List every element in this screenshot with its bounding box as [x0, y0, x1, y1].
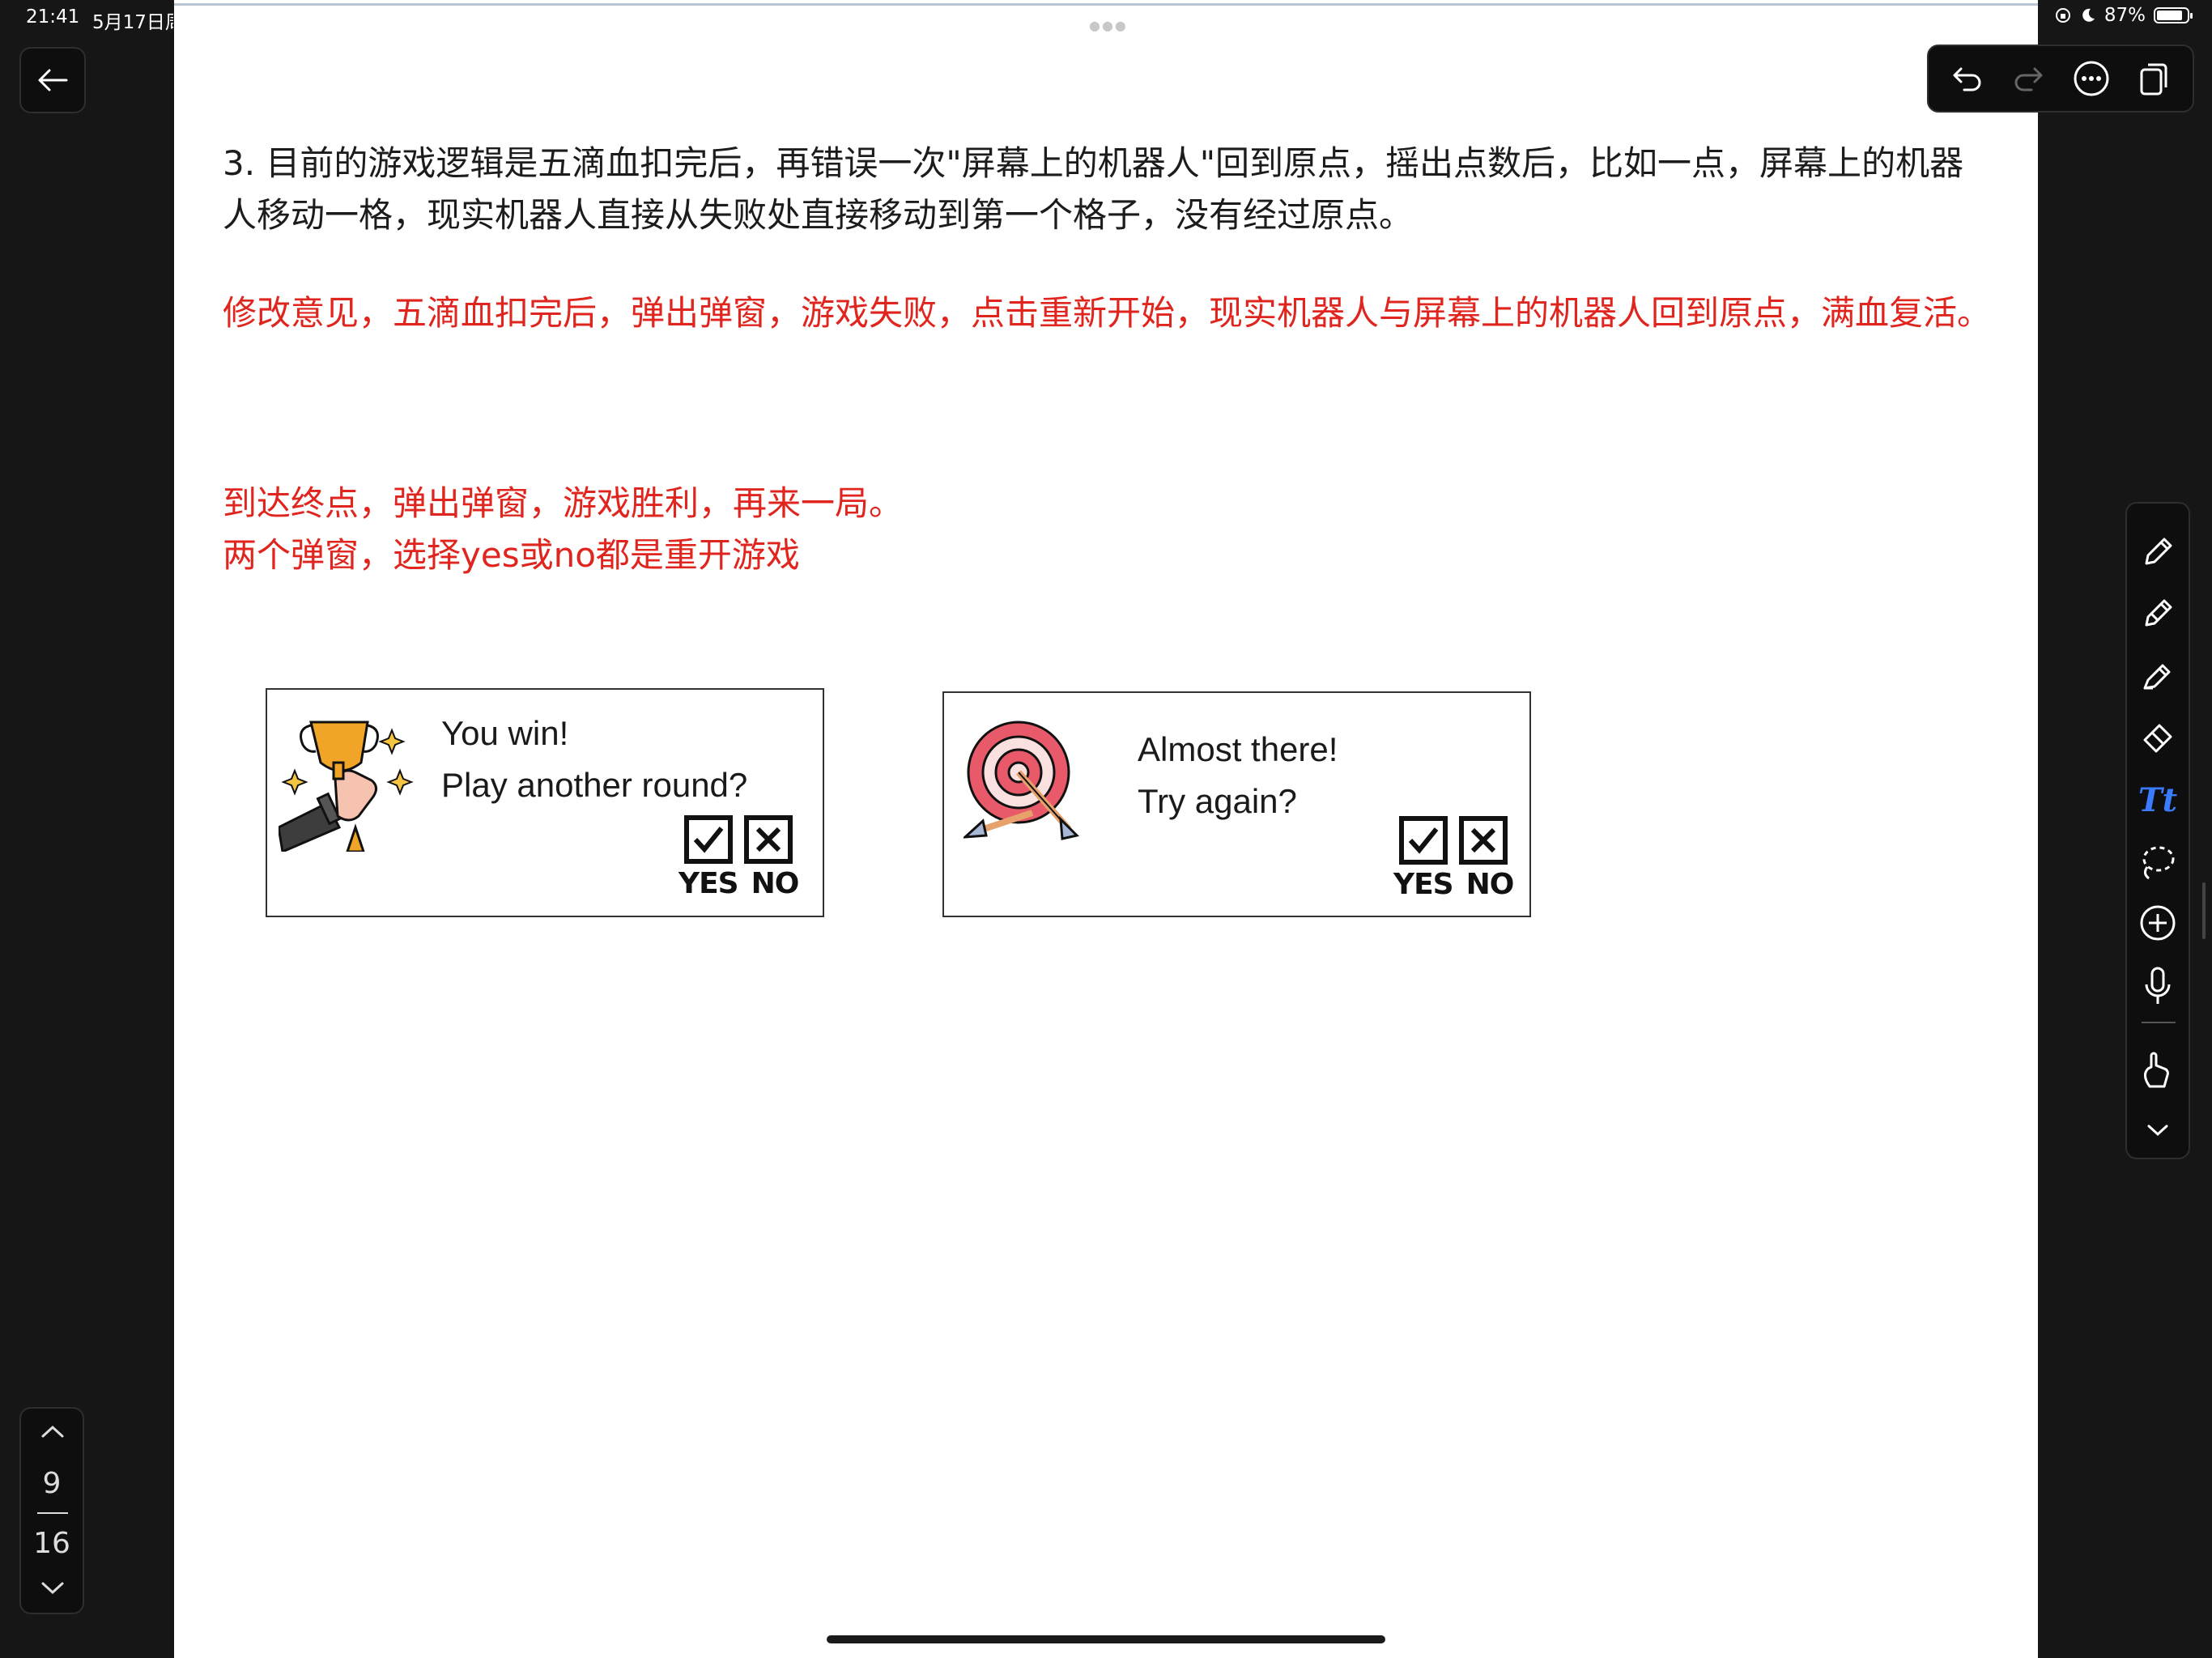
lose-dialog-mockup: Almost there! Try again? YES NO — [942, 691, 1531, 917]
arrow-left-icon — [38, 69, 68, 91]
checkmark-icon — [1408, 827, 1439, 854]
chevron-down-icon[interactable] — [39, 1580, 66, 1596]
no-label: NO — [751, 867, 800, 900]
pager-divider — [37, 1512, 68, 1514]
lasso-tool[interactable] — [2127, 837, 2189, 886]
pen-icon — [2145, 538, 2172, 565]
dialog-message: You win! Play another round? — [441, 708, 747, 811]
no-label: NO — [1465, 868, 1515, 901]
microphone-icon — [2145, 967, 2171, 1004]
chevron-down-icon — [2147, 1124, 2168, 1137]
yes-label: YES — [678, 867, 739, 900]
redo-icon[interactable] — [2012, 64, 2044, 93]
dialog-title: Almost there! — [1138, 730, 1338, 768]
pen-tool[interactable] — [2127, 528, 2189, 576]
checkmark-icon — [693, 827, 724, 853]
eraser-tool[interactable] — [2127, 712, 2189, 761]
status-date: 5月17日周 — [92, 12, 173, 33]
win-dialog-mockup: You win! Play another round? YES NO — [266, 688, 824, 917]
pages-icon[interactable] — [2138, 60, 2171, 97]
orientation-lock-icon — [2055, 8, 2070, 23]
paragraph-victory: 到达终点，弹出弹窗，游戏胜利，再来一局。 两个弹窗，选择yes或no都是重开游戏 — [223, 478, 1996, 581]
undo-icon[interactable] — [1951, 64, 1984, 93]
tool-divider — [2142, 1022, 2176, 1023]
eraser-icon — [2143, 724, 2172, 753]
paragraph-line: 两个弹窗，选择yes或no都是重开游戏 — [223, 535, 800, 575]
moon-icon — [2082, 8, 2095, 22]
highlighter-tool[interactable] — [2127, 651, 2189, 699]
yes-checkbox[interactable] — [684, 815, 734, 864]
x-mark-icon — [1471, 827, 1496, 853]
x-mark-icon — [756, 827, 781, 852]
trophy-icon — [279, 721, 414, 852]
no-checkbox[interactable] — [1459, 816, 1508, 865]
status-time: 21:41 — [26, 6, 80, 28]
yes-checkbox[interactable] — [1399, 816, 1448, 865]
paragraph-text: 3. 目前的游戏逻辑是五滴血扣完后，再错误一次"屏幕上的机器人"回到原点，摇出点… — [223, 143, 1964, 235]
more-icon[interactable] — [2073, 60, 2110, 97]
page-top-border — [174, 3, 2038, 6]
paragraph-current-logic: 3. 目前的游戏逻辑是五滴血扣完后，再错误一次"屏幕上的机器人"回到原点，摇出点… — [223, 138, 1996, 241]
dialog-prompt: Play another round? — [441, 766, 748, 804]
dialog-title: You win! — [441, 714, 569, 752]
pencil-tool[interactable] — [2127, 589, 2189, 638]
no-checkbox[interactable] — [744, 815, 793, 864]
yes-no-choice: YES NO — [1393, 816, 1515, 901]
total-pages: 16 — [33, 1527, 70, 1560]
battery-icon — [2154, 7, 2193, 23]
paragraph-line: 到达终点，弹出弹窗，游戏胜利，再来一局。 — [223, 483, 904, 523]
current-page: 9 — [42, 1467, 62, 1500]
hand-tool[interactable] — [2127, 1046, 2189, 1095]
pencil-icon — [2145, 599, 2172, 627]
page-navigator: 9 16 — [19, 1407, 84, 1614]
collapse-tools[interactable] — [2127, 1106, 2189, 1154]
paragraph-text: 修改意见，五滴血扣完后，弹出弹窗，游戏失败，点击重新开始，现实机器人与屏幕上的机… — [223, 293, 1992, 333]
dialog-message: Almost there! Try again? — [1138, 724, 1338, 827]
tool-palette: Tt — [2125, 502, 2190, 1159]
scroll-indicator[interactable] — [2202, 882, 2206, 939]
add-icon — [2140, 905, 2176, 941]
home-indicator[interactable] — [827, 1635, 1385, 1643]
paragraph-revision: 修改意见，五滴血扣完后，弹出弹窗，游戏失败，点击重新开始，现实机器人与屏幕上的机… — [223, 287, 1996, 339]
dialog-prompt: Try again? — [1138, 782, 1297, 820]
voice-tool[interactable] — [2127, 962, 2189, 1010]
text-tool[interactable]: Tt — [2127, 776, 2189, 824]
note-page[interactable]: ●●● 3. 目前的游戏逻辑是五滴血扣完后，再错误一次"屏幕上的机器人"回到原点… — [174, 0, 2038, 1658]
yes-label: YES — [1393, 868, 1454, 901]
lasso-icon — [2142, 846, 2175, 880]
battery-percent: 87% — [2104, 5, 2146, 26]
status-right: 87% — [2054, 5, 2193, 26]
yes-no-choice: YES NO — [678, 815, 800, 900]
multitask-grabber[interactable]: ●●● — [1089, 18, 1128, 33]
target-icon — [963, 721, 1079, 840]
back-button[interactable] — [19, 47, 86, 113]
hand-icon — [2144, 1052, 2169, 1088]
top-toolbar — [1927, 45, 2194, 113]
add-tool[interactable] — [2127, 899, 2189, 947]
chevron-up-icon[interactable] — [39, 1423, 66, 1439]
text-tool-icon: Tt — [2138, 780, 2178, 819]
highlighter-icon — [2143, 664, 2171, 690]
